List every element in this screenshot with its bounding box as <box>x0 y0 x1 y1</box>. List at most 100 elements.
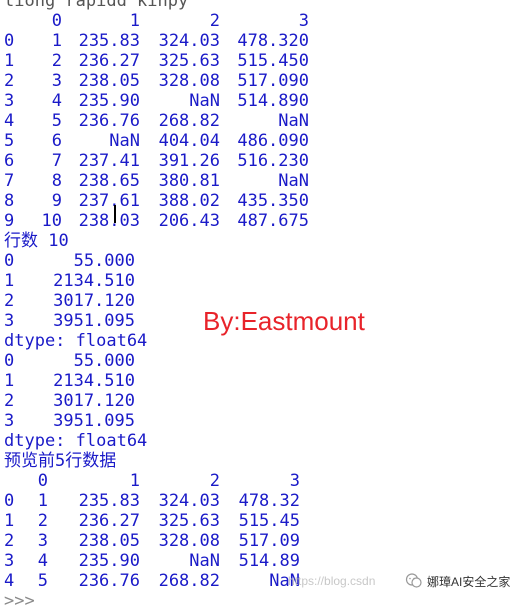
series-row: 2 3017.120 <box>4 391 514 411</box>
table-cell: 236.76 <box>78 111 140 131</box>
table-cell: 517.09 <box>238 531 300 551</box>
row-index: 2 <box>4 71 15 91</box>
table-row: 2 3 238.05 328.08 517.090 <box>4 71 514 91</box>
table-cell: NaN <box>278 111 309 131</box>
row-index: 1 <box>4 51 15 71</box>
table-cell: 235.90 <box>78 551 140 571</box>
table-cell: 238.05 <box>78 531 140 551</box>
table-cell: 2 <box>51 51 62 71</box>
table-cell: 1 <box>51 31 62 51</box>
table-row: 7 8 238.65 380.81 NaN <box>4 171 514 191</box>
row-index: 8 <box>4 191 15 211</box>
series-value: 55.000 <box>73 351 135 371</box>
row-index: 0 <box>4 491 15 511</box>
series-row: 1 2134.510 <box>4 271 514 291</box>
table-cell: 206.43 <box>158 211 220 231</box>
table-cell: 4 <box>37 551 48 571</box>
dtype-line-2: dtype: float64 <box>4 431 148 451</box>
table-cell: 517.090 <box>237 71 309 91</box>
series-index: 0 <box>4 351 15 371</box>
series-value: 2134.510 <box>53 371 135 391</box>
row-index: 2 <box>4 531 15 551</box>
table-cell: 486.090 <box>237 131 309 151</box>
column-header: 0 <box>37 471 48 491</box>
watermark-text: By:Eastmount <box>203 306 365 336</box>
row-count-line: 行数 10 <box>4 231 69 251</box>
column-header: 2 <box>209 471 220 491</box>
row-index: 5 <box>4 131 15 151</box>
column-header: 1 <box>129 471 140 491</box>
table-cell: 516.230 <box>237 151 309 171</box>
series-row: 1 2134.510 <box>4 371 514 391</box>
table-cell: 478.32 <box>238 491 300 511</box>
column-header: 2 <box>209 11 220 31</box>
table-cell: 404.04 <box>158 131 220 151</box>
table-cell: 10 <box>41 211 62 231</box>
series-value: 3951.095 <box>53 311 135 331</box>
partial-top-line: tiong rapidd kinpy <box>4 0 189 11</box>
table-cell: 325.63 <box>158 511 220 531</box>
row-index: 7 <box>4 171 15 191</box>
table-cell: 9 <box>51 191 62 211</box>
table-row: 5 6 NaN 404.04 486.090 <box>4 131 514 151</box>
table-cell: NaN <box>109 131 140 151</box>
series-value: 55.000 <box>73 251 135 271</box>
table-cell: 235.83 <box>78 491 140 511</box>
footer-url: https://blog.csdn <box>288 574 376 588</box>
table-cell: 3 <box>37 531 48 551</box>
column-header: 3 <box>298 11 309 31</box>
table-cell: 268.82 <box>158 111 220 131</box>
footer-brand-mark: 娜璋AI安全之家 <box>405 572 510 590</box>
column-header: 0 <box>51 11 62 31</box>
row-index: 3 <box>4 91 15 111</box>
row-index: 4 <box>4 571 15 591</box>
table-cell: 236.76 <box>78 571 140 591</box>
series-row: 0 55.000 <box>4 351 514 371</box>
preview-title: 预览前5行数据 <box>4 451 117 471</box>
table-cell: 324.03 <box>158 31 220 51</box>
table-cell: 325.63 <box>158 51 220 71</box>
table-cell: 237.41 <box>78 151 140 171</box>
series-index: 3 <box>4 411 15 431</box>
column-header <box>4 11 18 31</box>
table-cell: 4 <box>51 91 62 111</box>
table-cell: 514.89 <box>238 551 300 571</box>
table-cell: 5 <box>37 571 48 591</box>
table-row: 1 2 236.27 325.63 515.450 <box>4 51 514 71</box>
table-cell: 514.890 <box>237 91 309 111</box>
table-header-row: 0 1 2 3 <box>4 471 514 491</box>
table-row: 9 10 238.03 206.43 487.675 <box>4 211 514 231</box>
table-cell: 388.02 <box>158 191 220 211</box>
table-cell: 391.26 <box>158 151 220 171</box>
series-index: 1 <box>4 371 15 391</box>
table-cell: 8 <box>51 171 62 191</box>
table-cell: 380.81 <box>158 171 220 191</box>
table-row: 6 7 237.41 391.26 516.230 <box>4 151 514 171</box>
table-cell: 328.08 <box>158 71 220 91</box>
dataframe-table: 0 1 2 3 0 1 235.83 324.03 478.320 1 2 236.27 325.63 5… <box>4 11 514 231</box>
wechat-icon <box>405 573 422 588</box>
table-row: 8 9 237.61 388.02 435.350 <box>4 191 514 211</box>
table-cell: 268.82 <box>158 571 220 591</box>
series-value: 2134.510 <box>53 271 135 291</box>
row-index: 3 <box>4 551 15 571</box>
table-row: 0 1 235.83 324.03 478.32 <box>4 491 514 511</box>
table-cell: 328.08 <box>158 531 220 551</box>
table-row: 2 3 238.05 328.08 517.09 <box>4 531 514 551</box>
table-cell: NaN <box>278 171 309 191</box>
table-cell: 238.03 <box>78 211 140 231</box>
table-cell: 237.61 <box>78 191 140 211</box>
row-index: 6 <box>4 151 15 171</box>
shell-prompt[interactable]: >>> <box>4 591 514 611</box>
table-cell: 236.27 <box>78 51 140 71</box>
table-row: 3 4 235.90 NaN 514.890 <box>4 91 514 111</box>
series-row: 3 3951.095 <box>4 411 514 431</box>
series-value: 3017.120 <box>53 391 135 411</box>
table-cell: 478.320 <box>237 31 309 51</box>
column-header: 3 <box>289 471 300 491</box>
table-cell: 7 <box>51 151 62 171</box>
column-header <box>4 471 18 491</box>
table-cell: 1 <box>37 491 48 511</box>
row-index: 0 <box>4 31 15 51</box>
table-cell: 5 <box>51 111 62 131</box>
